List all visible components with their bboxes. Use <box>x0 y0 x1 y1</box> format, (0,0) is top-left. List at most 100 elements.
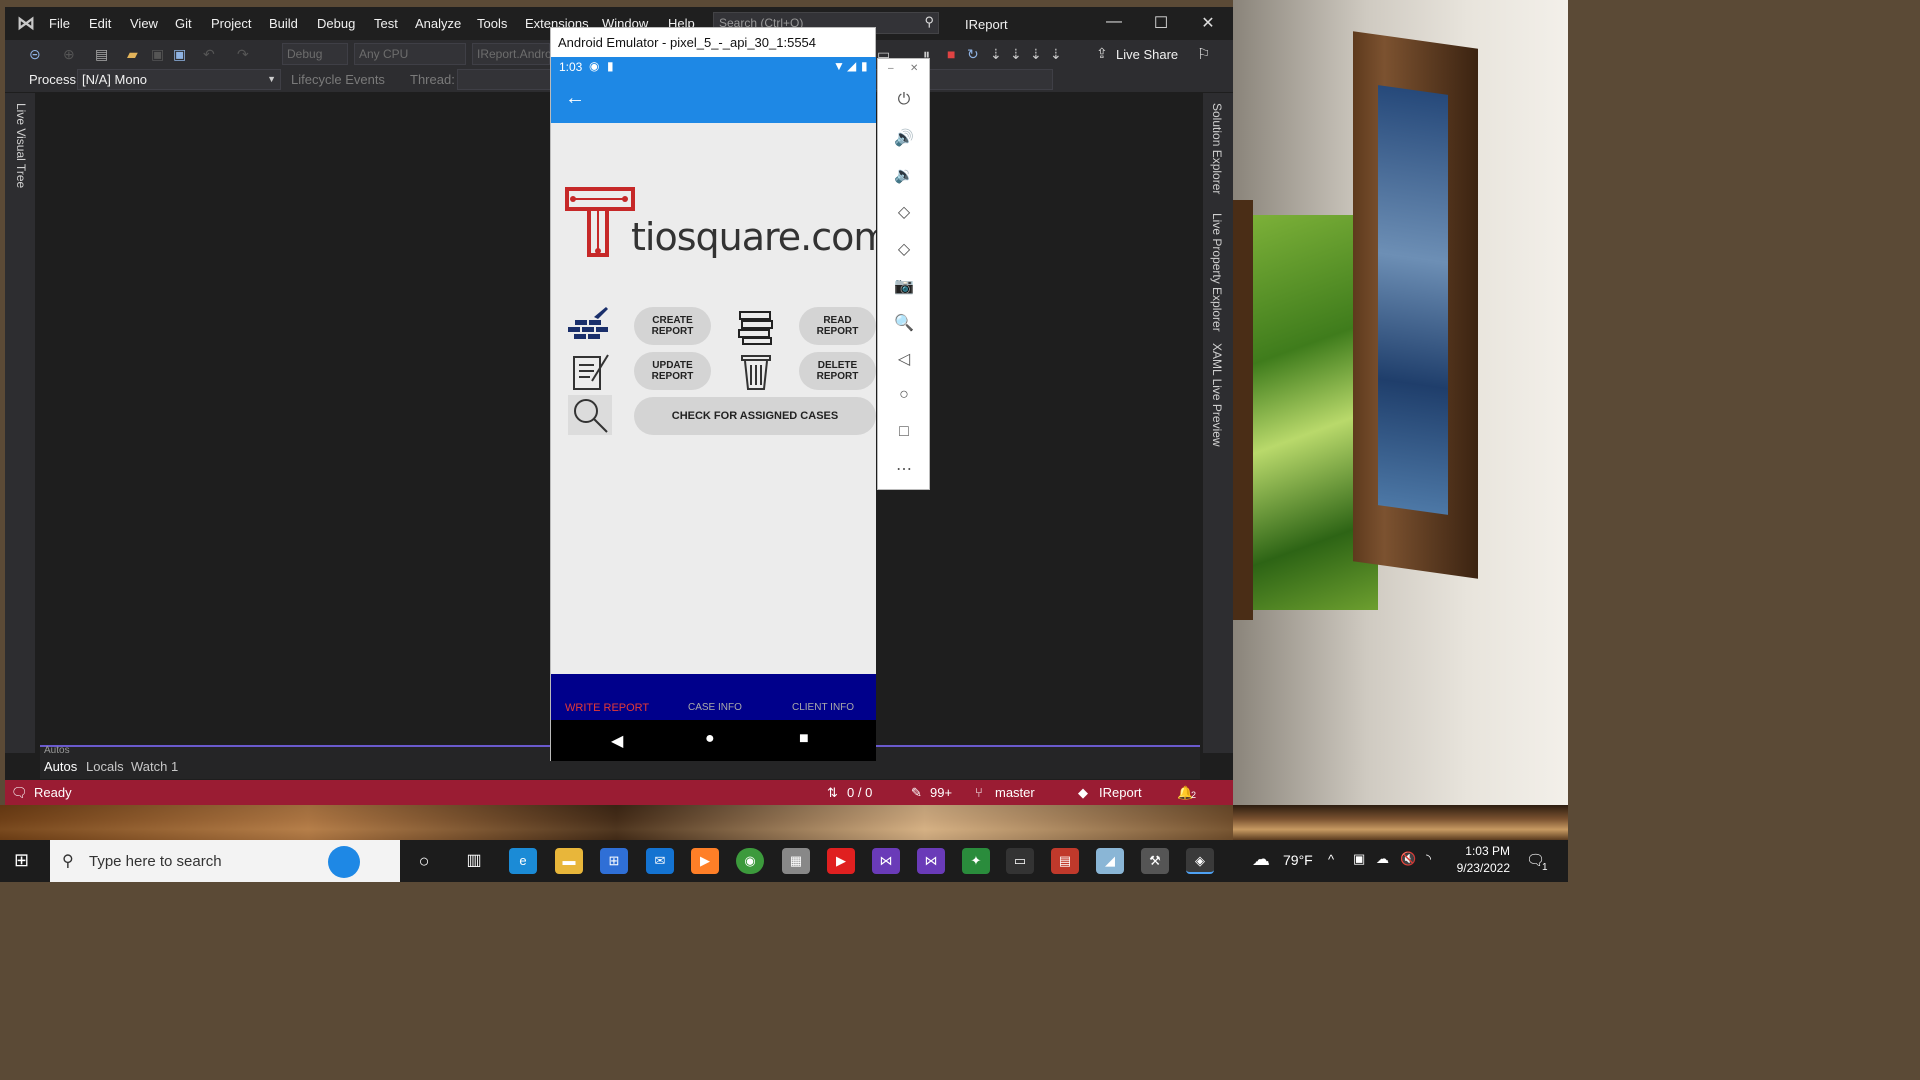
stop-icon[interactable]: ■ <box>947 46 955 62</box>
config-select[interactable]: Debug <box>282 43 348 65</box>
xaml-live-preview-tab[interactable]: XAML Live Preview <box>1210 343 1224 447</box>
repo-name[interactable]: IReport <box>1099 785 1142 800</box>
more-icon[interactable]: ⋯ <box>892 459 916 479</box>
feedback-icon[interactable]: ⚐ <box>1197 45 1210 63</box>
nav-back-icon[interactable]: ⊝ <box>29 46 41 63</box>
nav-forward-icon[interactable]: ⊕ <box>63 46 75 63</box>
rotate-left-icon[interactable]: ◇ <box>892 202 916 222</box>
tab-autos[interactable]: Autos <box>44 759 77 774</box>
floor-wood <box>0 805 1233 840</box>
menu-tools[interactable]: Tools <box>477 16 507 31</box>
menu-test[interactable]: Test <box>374 16 398 31</box>
file-explorer-icon[interactable]: ▬ <box>555 848 583 874</box>
android-recents-icon[interactable]: ■ <box>799 730 809 748</box>
back-arrow-icon[interactable]: ← <box>565 87 585 110</box>
startup-project-select[interactable]: IReport.Andro <box>472 43 552 65</box>
app-tools-icon[interactable]: ⚒ <box>1141 848 1169 874</box>
create-report-button[interactable]: CREATE REPORT <box>634 307 711 345</box>
search-highlight-icon <box>328 846 360 878</box>
tray-chevron-icon[interactable]: ^ <box>1328 852 1334 867</box>
weather-temperature[interactable]: 79°F <box>1283 852 1313 868</box>
edge-icon[interactable]: e <box>509 848 537 874</box>
zoom-icon[interactable]: 🔍 <box>892 313 916 333</box>
live-property-explorer-tab[interactable]: Live Property Explorer <box>1210 213 1224 332</box>
restart-icon[interactable]: ↻ <box>967 46 979 63</box>
live-share-button[interactable]: Live Share <box>1116 47 1178 62</box>
solution-explorer-tab[interactable]: Solution Explorer <box>1210 103 1224 194</box>
tab-case-info[interactable]: CASE INFO <box>688 702 742 713</box>
network-icon[interactable]: ◝ <box>1426 851 1431 867</box>
android-home-icon[interactable]: ● <box>705 730 715 748</box>
tab-locals[interactable]: Locals <box>86 759 124 774</box>
volume-down-icon[interactable]: 🔉 <box>892 165 916 185</box>
side-close-icon[interactable]: ✕ <box>910 63 918 74</box>
line-changes-count[interactable]: 0 / 0 <box>847 785 872 800</box>
save-all-icon[interactable]: ▣ <box>173 46 186 63</box>
mail-icon[interactable]: ✉ <box>646 848 674 874</box>
media-player-icon[interactable]: ▶ <box>691 848 719 874</box>
android-back-icon[interactable]: ◀ <box>611 731 623 751</box>
emulator-taskbar-icon[interactable]: ◈ <box>1186 848 1214 874</box>
check-assigned-cases-button[interactable]: CHECK FOR ASSIGNED CASES <box>634 397 876 435</box>
windows-start-icon[interactable]: ⊞ <box>14 850 29 871</box>
platform-select[interactable]: Any CPU <box>354 43 466 65</box>
minimize-icon[interactable]: — <box>1091 13 1137 35</box>
redo-icon[interactable]: ↷ <box>237 46 249 63</box>
menu-build[interactable]: Build <box>269 16 298 31</box>
terminal-icon[interactable]: ▭ <box>1006 848 1034 874</box>
menu-project[interactable]: Project <box>211 16 251 31</box>
taskbar-search-box[interactable]: ⚲ Type here to search <box>50 840 400 882</box>
app-icon[interactable]: ▦ <box>782 848 810 874</box>
vs-logo-icon[interactable]: ⋈ <box>17 13 35 34</box>
menu-git[interactable]: Git <box>175 16 192 31</box>
open-folder-icon[interactable]: ▰ <box>127 46 138 63</box>
tab-write-report[interactable]: WRITE REPORT <box>565 702 649 714</box>
app-red-icon[interactable]: ▤ <box>1051 848 1079 874</box>
delete-report-button[interactable]: DELETE REPORT <box>799 352 876 390</box>
undo-icon[interactable]: ↶ <box>203 46 215 63</box>
system-clock[interactable]: 1:03 PM 9/23/2022 <box>1450 844 1510 875</box>
step-over-icon[interactable]: ⇣ <box>1010 46 1022 63</box>
store-icon[interactable]: ⊞ <box>600 848 628 874</box>
power-icon[interactable]: ⏻ <box>892 91 916 109</box>
visual-studio-2-icon[interactable]: ⋈ <box>917 848 945 874</box>
rotate-right-icon[interactable]: ◇ <box>892 239 916 259</box>
overview-icon[interactable]: □ <box>892 423 916 441</box>
task-view-icon[interactable]: ▥ <box>460 848 488 874</box>
close-icon[interactable]: ✕ <box>1185 13 1231 35</box>
step-into-icon[interactable]: ⇣ <box>990 46 1002 63</box>
volume-up-icon[interactable]: 🔊 <box>892 128 916 148</box>
branch-name[interactable]: master <box>995 785 1035 800</box>
maximize-icon[interactable]: ☐ <box>1138 13 1184 35</box>
back-icon[interactable]: ◁ <box>892 349 916 369</box>
chrome-icon[interactable]: ◉ <box>736 848 764 874</box>
camera-icon[interactable]: 📷 <box>892 276 916 296</box>
process-select[interactable]: [N/A] Mono ▼ <box>77 69 281 90</box>
step-out-icon[interactable]: ⇣ <box>1030 46 1042 63</box>
pending-changes-count[interactable]: 99+ <box>930 785 952 800</box>
visual-studio-icon[interactable]: ⋈ <box>872 848 900 874</box>
tray-device-icon[interactable]: ▣ <box>1353 851 1365 867</box>
menu-analyze[interactable]: Analyze <box>415 16 461 31</box>
lifecycle-events-button[interactable]: Lifecycle Events <box>291 72 385 87</box>
live-visual-tree-tab[interactable]: Live Visual Tree <box>14 103 28 188</box>
tab-watch-1[interactable]: Watch 1 <box>131 759 178 774</box>
menu-view[interactable]: View <box>130 16 158 31</box>
new-project-icon[interactable]: ▤ <box>95 46 108 63</box>
save-icon[interactable]: ▣ <box>151 46 164 63</box>
tab-client-info[interactable]: CLIENT INFO <box>792 702 854 713</box>
app-green-icon[interactable]: ✦ <box>962 848 990 874</box>
onedrive-icon[interactable]: ☁ <box>1376 851 1389 867</box>
app-blue-icon[interactable]: ◢ <box>1096 848 1124 874</box>
menu-debug[interactable]: Debug <box>317 16 355 31</box>
home-icon[interactable]: ○ <box>892 386 916 404</box>
cortana-icon[interactable]: ○ <box>410 848 438 874</box>
read-report-button[interactable]: READ REPORT <box>799 307 876 345</box>
menu-file[interactable]: File <box>49 16 70 31</box>
youtube-icon[interactable]: ▶ <box>827 848 855 874</box>
menu-edit[interactable]: Edit <box>89 16 111 31</box>
update-report-button[interactable]: UPDATE REPORT <box>634 352 711 390</box>
volume-muted-icon[interactable]: 🔇 <box>1400 851 1416 867</box>
side-minimize-icon[interactable]: – <box>888 63 894 74</box>
toolbar-options-icon[interactable]: ⇣ <box>1050 46 1062 63</box>
